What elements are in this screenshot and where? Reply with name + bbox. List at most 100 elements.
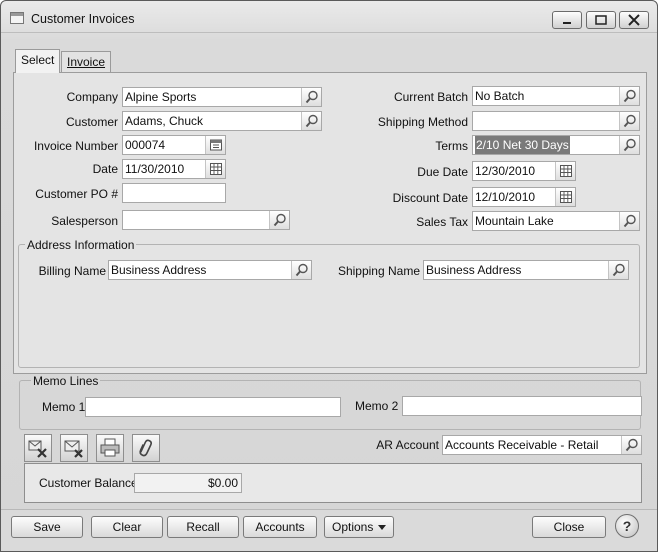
magnifier-icon <box>623 214 636 228</box>
current-batch-lookup-button[interactable] <box>619 87 639 105</box>
ar-account-field[interactable]: Accounts Receivable - Retail <box>442 435 642 455</box>
address-group-title: Address Information <box>25 238 137 252</box>
sales-tax-lookup-button[interactable] <box>619 212 639 230</box>
dropdown-arrow-icon <box>378 525 386 530</box>
date-value: 11/30/2010 <box>125 162 185 176</box>
customer-balance-value: $0.00 <box>207 476 238 490</box>
help-button[interactable]: ? <box>615 514 639 538</box>
accounts-button[interactable]: Accounts <box>243 516 317 538</box>
terms-field[interactable]: 2/10 Net 30 Days <box>472 135 640 155</box>
customer-po-label: Customer PO # <box>35 187 118 201</box>
sales-tax-label: Sales Tax <box>416 215 468 229</box>
magnifier-icon <box>612 263 625 277</box>
discount-date-calendar-button[interactable] <box>555 188 575 206</box>
save-button[interactable]: Save <box>11 516 83 538</box>
void-envelope-icon <box>64 440 83 458</box>
ar-account-lookup-button[interactable] <box>621 436 641 454</box>
shipping-method-field[interactable] <box>472 111 640 131</box>
customer-balance-panel: Customer Balance $0.00 <box>24 463 642 503</box>
company-lookup-button[interactable] <box>301 88 321 106</box>
maximize-button[interactable] <box>586 11 616 29</box>
date-field[interactable]: 11/30/2010 <box>122 159 226 179</box>
customer-field[interactable]: Adams, Chuck <box>122 111 322 131</box>
terms-label: Terms <box>435 139 468 153</box>
customer-balance-label: Customer Balance <box>39 476 138 490</box>
void-email-button[interactable] <box>60 434 88 462</box>
magnifier-icon <box>623 89 636 103</box>
close-icon <box>628 14 640 26</box>
options-button-label: Options <box>332 520 374 534</box>
minimize-icon <box>563 22 571 24</box>
current-batch-field[interactable]: No Batch <box>472 86 640 106</box>
clear-button[interactable]: Clear <box>91 516 163 538</box>
company-label: Company <box>66 90 118 104</box>
salesperson-label: Salesperson <box>51 214 118 228</box>
select-tab-panel: Company Alpine Sports Customer Adams, Ch… <box>13 72 647 374</box>
magnifier-icon <box>273 213 286 227</box>
customer-value: Adams, Chuck <box>125 114 204 128</box>
options-button[interactable]: Options <box>324 516 394 538</box>
billing-name-lookup-button[interactable] <box>291 261 311 279</box>
customer-balance-value-field: $0.00 <box>134 473 242 493</box>
invoice-number-generate-button[interactable] <box>205 136 225 154</box>
salesperson-lookup-button[interactable] <box>269 211 289 229</box>
due-date-field[interactable]: 12/30/2010 <box>472 161 576 181</box>
discount-date-field[interactable]: 12/10/2010 <box>472 187 576 207</box>
calendar-icon <box>559 191 572 203</box>
window-title: Customer Invoices <box>31 12 135 26</box>
recall-button[interactable]: Recall <box>167 516 239 538</box>
delete-document-icon <box>28 440 47 458</box>
tab-select[interactable]: Select <box>15 49 61 73</box>
minimize-button[interactable] <box>552 11 582 29</box>
discount-date-label: Discount Date <box>392 191 468 205</box>
terms-lookup-button[interactable] <box>619 136 639 154</box>
invoice-number-field[interactable]: 000074 <box>122 135 226 155</box>
shipping-method-lookup-button[interactable] <box>619 112 639 130</box>
memo1-field[interactable] <box>85 397 341 417</box>
memo1-label: Memo 1 <box>42 400 86 414</box>
date-calendar-button[interactable] <box>205 160 225 178</box>
magnifier-icon <box>625 438 638 452</box>
delete-invoice-button[interactable] <box>24 434 52 462</box>
tab-select-label: Select <box>21 53 55 67</box>
memo-group-title: Memo Lines <box>31 374 101 388</box>
sales-tax-value: Mountain Lake <box>475 214 554 228</box>
magnifier-icon <box>305 114 318 128</box>
attachment-button[interactable] <box>132 434 160 462</box>
salesperson-field[interactable] <box>122 210 290 230</box>
number-generator-icon <box>209 139 222 151</box>
tab-invoice[interactable]: Invoice <box>61 51 112 73</box>
print-button[interactable] <box>96 434 124 462</box>
close-button[interactable]: Close <box>532 516 606 538</box>
magnifier-icon <box>305 90 318 104</box>
tab-invoice-label: Invoice <box>67 55 106 69</box>
ar-account-value: Accounts Receivable - Retail <box>445 438 599 452</box>
help-icon: ? <box>622 518 632 534</box>
billing-name-value: Business Address <box>111 263 207 277</box>
billing-name-label: Billing Name <box>38 264 106 278</box>
shipping-name-field[interactable]: Business Address <box>423 260 629 280</box>
shipping-name-lookup-button[interactable] <box>608 261 628 279</box>
due-date-calendar-button[interactable] <box>555 162 575 180</box>
magnifier-icon <box>295 263 308 277</box>
customer-po-field[interactable] <box>122 183 226 203</box>
current-batch-label: Current Batch <box>393 90 468 104</box>
title-bar: Customer Invoices <box>1 1 657 33</box>
paperclip-icon <box>139 439 153 457</box>
shipping-name-label: Shipping Name <box>337 264 420 278</box>
customer-label: Customer <box>65 115 118 129</box>
ar-account-label: AR Account <box>376 438 439 452</box>
magnifier-icon <box>623 138 636 152</box>
close-window-button[interactable] <box>619 11 649 29</box>
customer-lookup-button[interactable] <box>301 112 321 130</box>
company-value: Alpine Sports <box>125 90 197 104</box>
discount-date-value: 12/10/2010 <box>475 190 536 204</box>
invoice-number-label: Invoice Number <box>33 139 118 153</box>
billing-name-field[interactable]: Business Address <box>108 260 312 280</box>
customer-invoices-window: Customer Invoices Select Invoice Company… <box>0 0 658 552</box>
sales-tax-field[interactable]: Mountain Lake <box>472 211 640 231</box>
invoice-number-value: 000074 <box>125 138 166 152</box>
app-icon <box>10 12 24 24</box>
memo2-field[interactable] <box>402 396 642 416</box>
company-field[interactable]: Alpine Sports <box>122 87 322 107</box>
